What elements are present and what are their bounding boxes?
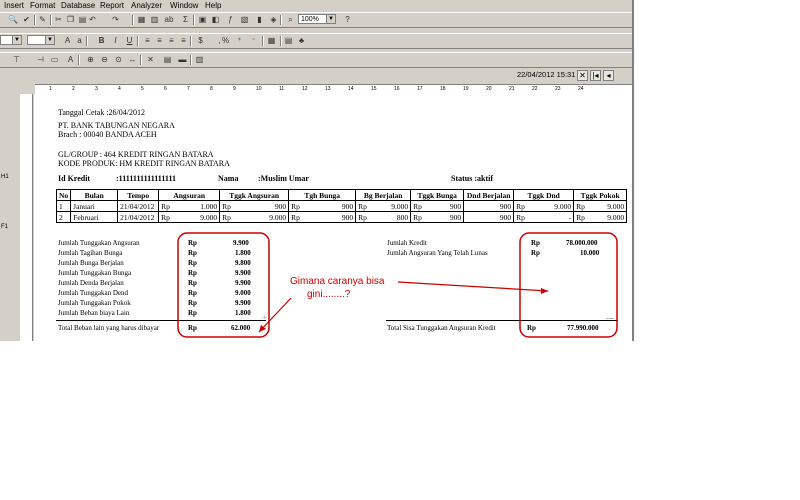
arrowhead-right [541, 288, 548, 294]
annotation-text-line1: Gimana caranya bisa [290, 276, 385, 287]
annotation-overlay [177, 232, 618, 338]
annotation-text-line2: gini........? [307, 289, 351, 300]
arrow-right [397, 281, 549, 292]
highlight-left-values [177, 232, 270, 338]
arrow-left [258, 297, 292, 333]
highlight-right-values [519, 232, 618, 338]
